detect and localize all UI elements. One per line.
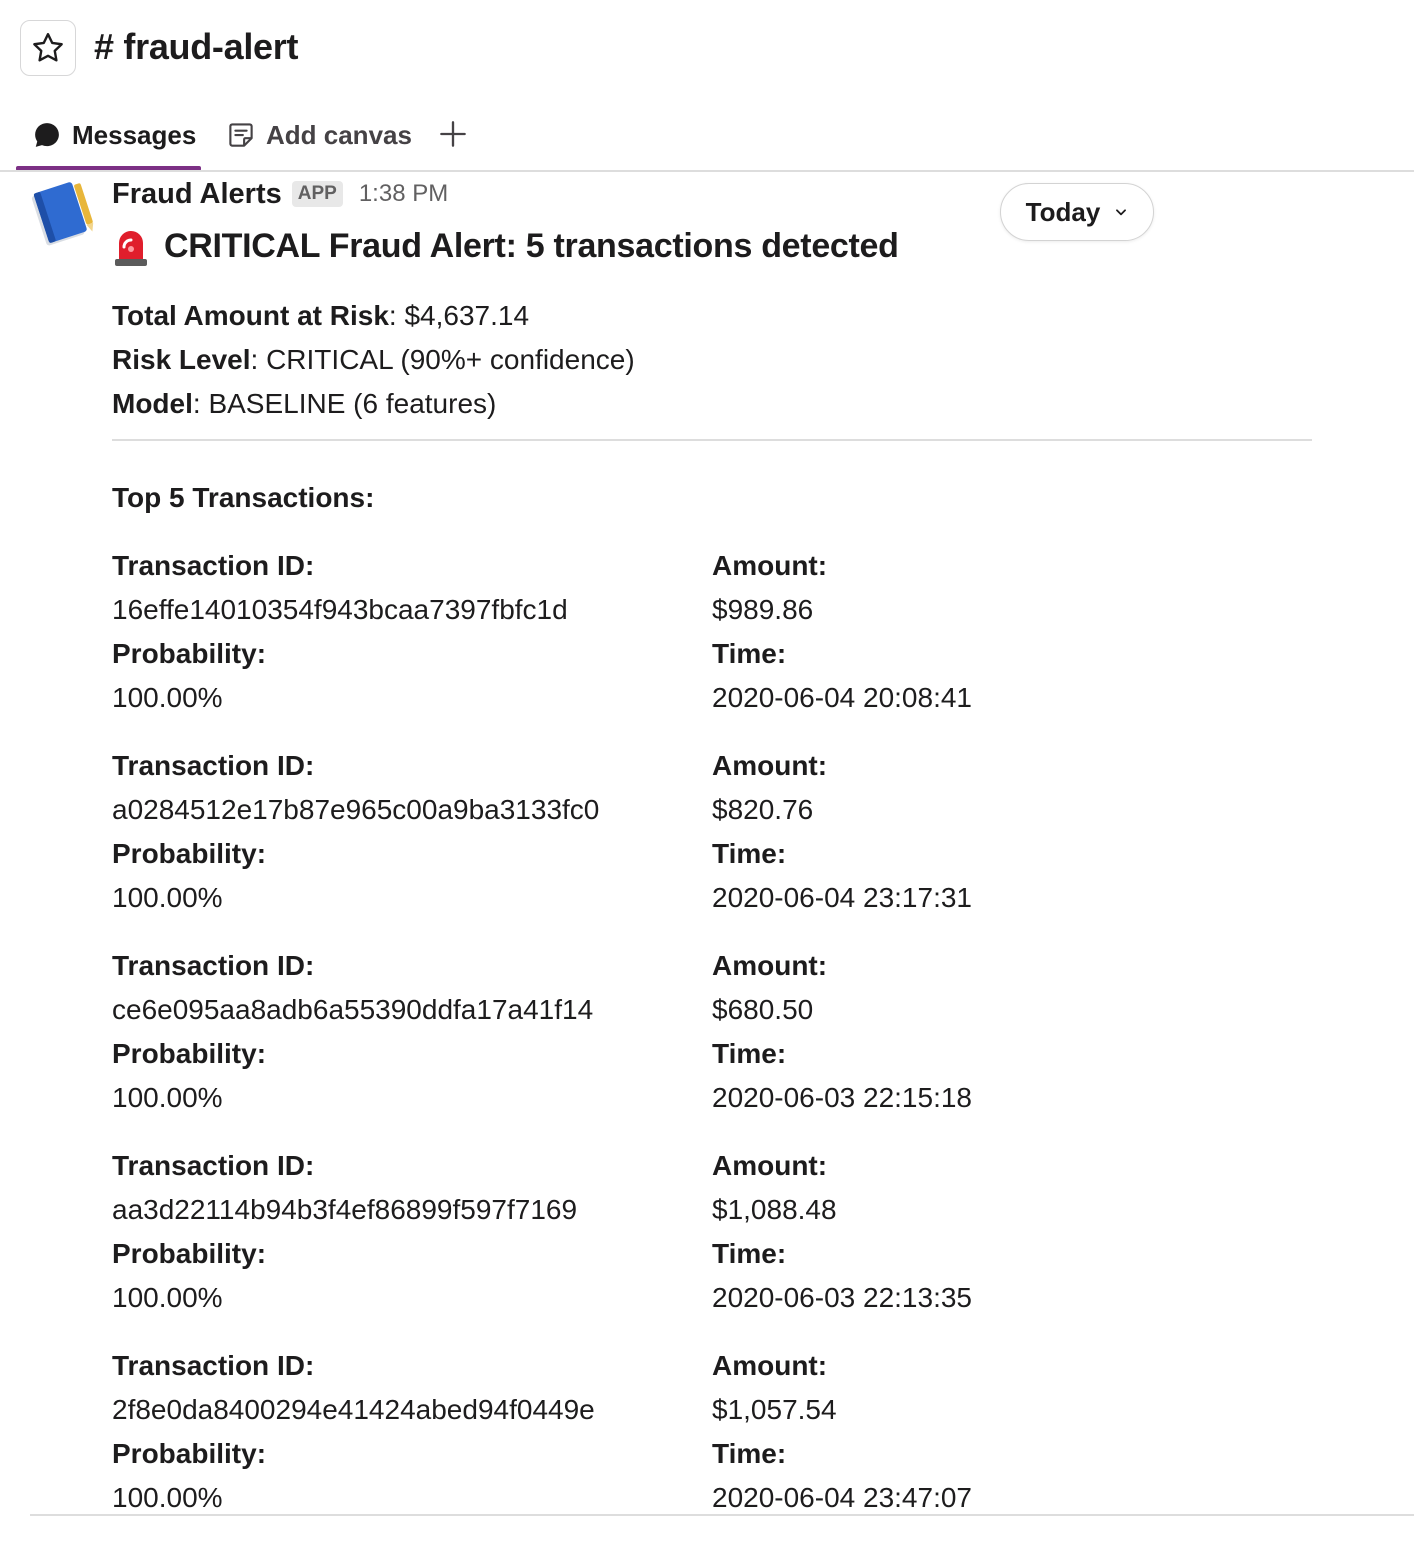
- summary-model: Model: BASELINE (6 features): [112, 382, 635, 426]
- section-divider: [112, 439, 1312, 441]
- amount-value: $1,088.48: [712, 1194, 837, 1225]
- transaction-id-label: Transaction ID:: [112, 1350, 315, 1381]
- amount-label: Amount:: [712, 550, 828, 581]
- tab-add-canvas-label: Add canvas: [266, 119, 412, 150]
- add-tab-button[interactable]: [436, 114, 470, 154]
- transaction-id-value: 2f8e0da8400294e41424abed94f0449e: [112, 1394, 595, 1425]
- time-value: 2020-06-04 23:17:31: [712, 882, 972, 913]
- amount-label: Amount:: [712, 1150, 828, 1181]
- avatar[interactable]: [26, 178, 98, 250]
- amount-value: $989.86: [712, 594, 814, 625]
- tab-add-canvas[interactable]: Add canvas: [226, 112, 412, 158]
- chat-bubble-icon: [35, 123, 59, 147]
- chevron-down-icon: [1116, 209, 1127, 216]
- siren-icon: [115, 231, 147, 266]
- transaction-id-value: 16effe14010354f943bcaa7397fbfc1d: [112, 594, 568, 625]
- canvas-icon: [229, 123, 253, 147]
- probability-label: Probability:: [112, 1238, 267, 1269]
- transaction-id-label: Transaction ID:: [112, 550, 315, 581]
- time-value: 2020-06-03 22:15:18: [712, 1082, 972, 1113]
- probability-value: 100.00%: [112, 682, 223, 713]
- transaction-id-label: Transaction ID:: [112, 1150, 315, 1181]
- channel-title[interactable]: # fraud-alert: [94, 26, 298, 68]
- amount-value: $820.76: [712, 794, 814, 825]
- message-header: Fraud Alerts APP 1:38 PM: [112, 174, 448, 214]
- transaction-id-value: aa3d22114b94b3f4ef86899f597f7169: [112, 1194, 578, 1225]
- time-label: Time:: [712, 638, 787, 669]
- sender-name[interactable]: Fraud Alerts: [112, 178, 282, 211]
- summary-label: Model: [112, 388, 193, 419]
- notebook-icon: [31, 182, 94, 246]
- time-label: Time:: [712, 1238, 787, 1269]
- transaction-list: Transaction ID: 16effe14010354f943bcaa73…: [112, 544, 1312, 1544]
- transaction-id-label: Transaction ID:: [112, 750, 315, 781]
- header-divider: [0, 170, 1414, 172]
- message-timestamp[interactable]: 1:38 PM: [359, 180, 448, 208]
- tab-messages-label: Messages: [72, 119, 197, 150]
- probability-label: Probability:: [112, 1438, 267, 1469]
- app-badge: APP: [291, 181, 343, 207]
- section-heading: Top 5 Transactions:: [112, 482, 375, 513]
- probability-label: Probability:: [112, 1038, 267, 1069]
- summary-total-amount: Total Amount at Risk: $4,637.14: [112, 294, 635, 338]
- probability-label: Probability:: [112, 838, 267, 869]
- time-label: Time:: [712, 1438, 787, 1469]
- amount-label: Amount:: [712, 1350, 828, 1381]
- summary-risk-level: Risk Level: CRITICAL (90%+ confidence): [112, 338, 635, 382]
- transaction-item: Transaction ID: 16effe14010354f943bcaa73…: [112, 544, 1312, 744]
- plus-icon: [440, 121, 466, 147]
- summary-label: Total Amount at Risk: [112, 300, 389, 331]
- probability-value: 100.00%: [112, 882, 223, 913]
- date-label: Today: [1025, 196, 1101, 227]
- time-value: 2020-06-04 20:08:41: [712, 682, 972, 713]
- transaction-id-value: ce6e095aa8adb6a55390ddfa17a41f14: [112, 994, 594, 1025]
- alert-title: CRITICAL Fraud Alert: 5 transactions det…: [112, 224, 899, 268]
- star-channel-button[interactable]: [20, 20, 76, 76]
- summary-value: : $4,637.14: [388, 300, 530, 331]
- composer-top-border: [30, 1514, 1414, 1516]
- star-icon: [33, 33, 63, 62]
- amount-label: Amount:: [712, 950, 828, 981]
- time-label: Time:: [712, 838, 787, 869]
- transaction-item: Transaction ID: aa3d22114b94b3f4ef86899f…: [112, 1144, 1312, 1344]
- summary-value: : BASELINE (6 features): [192, 388, 497, 419]
- transaction-item: Transaction ID: a0284512e17b87e965c00a9b…: [112, 744, 1312, 944]
- alert-title-text: CRITICAL Fraud Alert: 5 transactions det…: [164, 226, 899, 265]
- alert-summary: Total Amount at Risk: $4,637.14 Risk Lev…: [112, 294, 635, 426]
- summary-value: : CRITICAL (90%+ confidence): [250, 344, 635, 375]
- time-value: 2020-06-03 22:13:35: [712, 1282, 972, 1313]
- date-jump-button[interactable]: Today: [1000, 183, 1154, 241]
- amount-label: Amount:: [712, 750, 828, 781]
- transaction-item: Transaction ID: ce6e095aa8adb6a55390ddfa…: [112, 944, 1312, 1144]
- tab-messages[interactable]: Messages: [32, 112, 196, 158]
- probability-value: 100.00%: [112, 1282, 223, 1313]
- probability-label: Probability:: [112, 638, 267, 669]
- transaction-id-label: Transaction ID:: [112, 950, 315, 981]
- summary-label: Risk Level: [112, 344, 251, 375]
- amount-value: $680.50: [712, 994, 814, 1025]
- transaction-id-value: a0284512e17b87e965c00a9ba3133fc0: [112, 794, 600, 825]
- probability-value: 100.00%: [112, 1082, 223, 1113]
- amount-value: $1,057.54: [712, 1394, 837, 1425]
- channel-header: # fraud-alert Messages Add canvas: [0, 0, 1414, 172]
- time-label: Time:: [712, 1038, 787, 1069]
